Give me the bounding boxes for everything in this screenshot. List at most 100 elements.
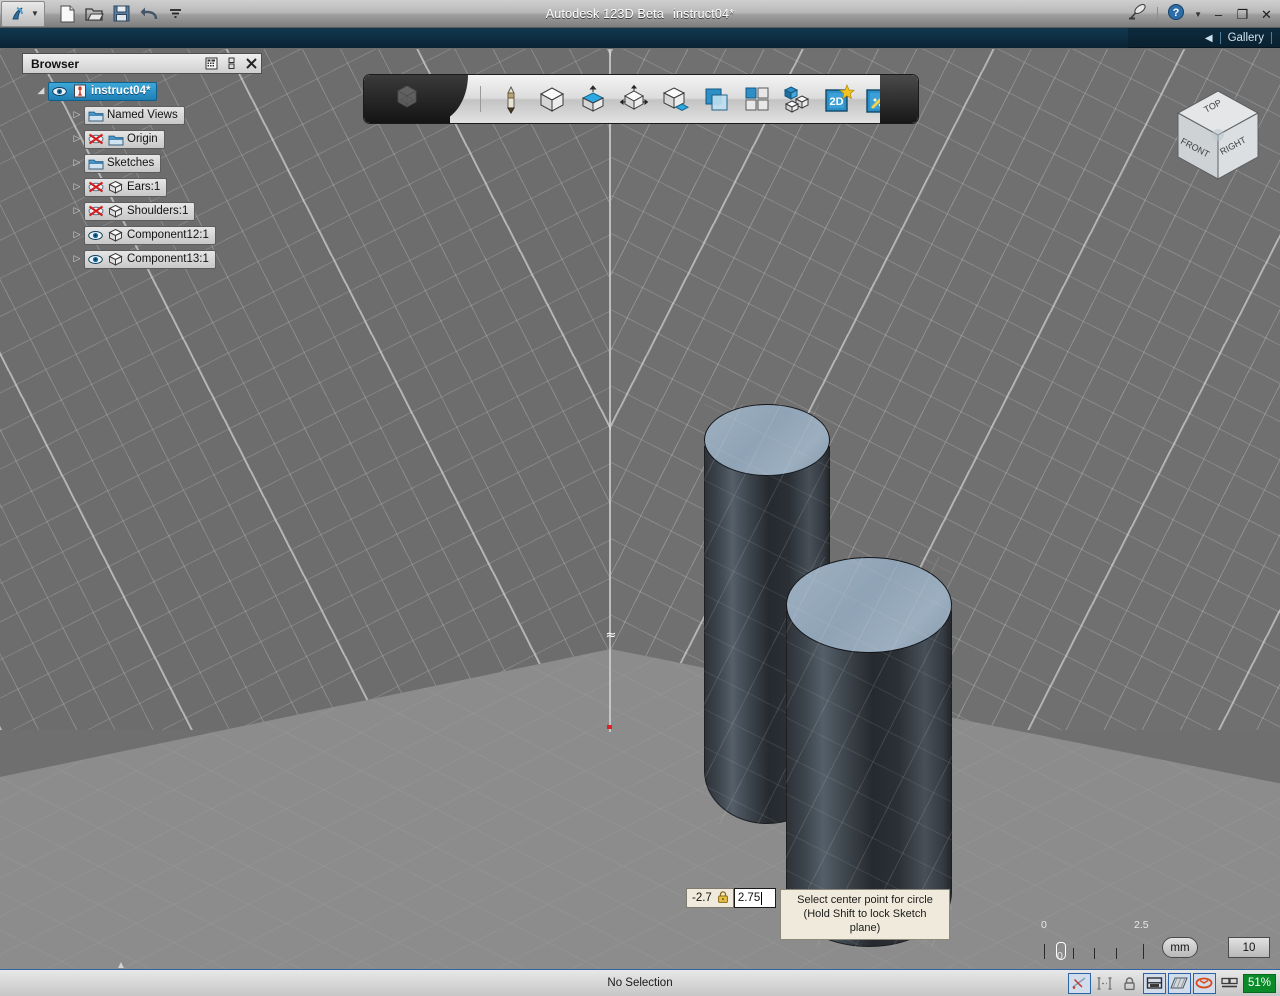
tree-twisty-icon[interactable]: ▷ (70, 230, 84, 240)
orbit-toggle[interactable] (1192, 972, 1216, 994)
view-cube-home-dot (1212, 129, 1224, 141)
tree-row-ears[interactable]: ▷ Ears:1 (22, 175, 262, 199)
construct-tool[interactable] (576, 82, 610, 116)
open-document-button[interactable] (84, 4, 104, 24)
tree-node-instruct04[interactable]: instruct04* (48, 81, 158, 101)
panel-close-button[interactable] (244, 56, 259, 71)
grouping-tool[interactable] (740, 82, 774, 116)
pattern-tool[interactable] (658, 82, 692, 116)
dynamic-input-row[interactable]: -2.7 2.75 (686, 888, 776, 908)
toolbar-home-button[interactable] (364, 75, 468, 123)
window-controls[interactable]: ? ▼ – ❐ ✕ (1128, 3, 1274, 26)
snap-value-field[interactable]: 10 (1228, 937, 1270, 958)
tree-twisty-icon[interactable]: ▷ (70, 182, 84, 192)
app-menu-button[interactable]: ▼ (1, 0, 45, 27)
cylinder-front-top-face (786, 557, 952, 653)
tree-twisty-icon[interactable]: ▷ (70, 134, 84, 144)
eye-icon[interactable] (87, 228, 104, 243)
eye-icon[interactable] (87, 252, 104, 267)
cylinder-back-top-face (704, 404, 830, 476)
tree-node-shoulders[interactable]: Shoulders:1 (84, 201, 196, 221)
hidden-x-icon[interactable] (87, 180, 104, 195)
gallery-bar[interactable]: ◀ Gallery (0, 28, 1280, 48)
tree-node-sketches[interactable]: Sketches (84, 153, 162, 173)
lock-toggle[interactable] (1118, 973, 1141, 994)
assemble-tool[interactable] (781, 82, 815, 116)
tree-row-origin[interactable]: ▷ Origin (22, 127, 262, 151)
eye-icon[interactable] (51, 84, 68, 99)
hidden-x-icon[interactable] (87, 204, 104, 219)
tree-twisty-icon[interactable]: ▷ (70, 254, 84, 264)
tree-twisty-icon[interactable]: ▷ (70, 206, 84, 216)
locked-dimension-field[interactable]: -2.7 (686, 888, 734, 908)
status-toggles[interactable]: 51% (1067, 972, 1276, 994)
restore-button[interactable]: ❐ (1235, 7, 1250, 23)
tree-node-origin[interactable]: Origin (84, 129, 165, 149)
model-tree[interactable]: ◢ instruct04* ▷ Named Views ▷ Origin ▷ S… (22, 79, 262, 271)
quick-access-toolbar[interactable] (57, 4, 185, 24)
app-menu-caret-icon[interactable]: ▼ (31, 9, 39, 18)
tree-label-instruct04: instruct04* (91, 85, 151, 97)
text-caret (761, 891, 763, 905)
main-toolbar[interactable]: 2D (363, 74, 919, 124)
tree-node-component12[interactable]: Component12:1 (84, 225, 216, 245)
tree-row-sketches[interactable]: ▷ Sketches (22, 151, 262, 175)
tree-twisty-icon[interactable]: ▷ (70, 110, 84, 120)
grid-toggle[interactable] (1142, 972, 1166, 994)
panel-dock-button[interactable] (224, 56, 239, 71)
tree-twisty-icon[interactable]: ▷ (70, 158, 84, 168)
snap-toggle[interactable] (1067, 972, 1091, 994)
make-2d-tool[interactable]: 2D (822, 82, 856, 116)
solid-body-icon (107, 180, 124, 195)
tree-node-named-views[interactable]: Named Views (84, 105, 185, 125)
view-cube[interactable]: TOP FRONT RIGHT (1170, 85, 1266, 189)
tree-row-component13[interactable]: ▷ Component13:1 (22, 247, 262, 271)
gallery-link[interactable]: Gallery (1228, 32, 1264, 44)
primitives-tool[interactable] (535, 82, 569, 116)
ruler-label-2-5: 2.5 (1134, 919, 1149, 931)
tree-row-named-views[interactable]: ▷ Named Views (22, 103, 262, 127)
gallery-bar-left (0, 28, 1128, 48)
tree-row-component12[interactable]: ▷ Component12:1 (22, 223, 262, 247)
browser-panel[interactable]: Browser ◢ instruct04* ▷ Named Views ▷ Or… (22, 53, 262, 271)
plane-toggle[interactable] (1167, 972, 1191, 994)
new-document-button[interactable] (57, 4, 77, 24)
dimension-input[interactable]: 2.75 (733, 888, 776, 908)
tree-twisty-expanded-icon[interactable]: ◢ (34, 86, 48, 96)
minimize-button[interactable]: – (1211, 7, 1226, 22)
gallery-collapse-icon[interactable]: ◀ (1205, 33, 1213, 44)
combine-tool[interactable] (699, 82, 733, 116)
close-button[interactable]: ✕ (1259, 7, 1274, 23)
tree-node-component13[interactable]: Component13:1 (84, 249, 216, 269)
layout-toggle[interactable] (1218, 973, 1241, 994)
ruler-tick (1094, 948, 1095, 959)
modify-tool[interactable] (617, 82, 651, 116)
solid-body-icon (107, 252, 124, 267)
solid-body-icon (107, 228, 124, 243)
constraints-toggle[interactable] (1093, 973, 1116, 994)
document-title-text: instruct04* (673, 6, 735, 21)
ruler-label-0: 0 (1041, 919, 1047, 931)
hidden-x-icon[interactable] (87, 132, 104, 147)
customize-qat-button[interactable] (165, 4, 185, 24)
save-document-button[interactable] (111, 4, 131, 24)
tree-label-ears: Ears:1 (127, 181, 161, 193)
tree-node-ears[interactable]: Ears:1 (84, 177, 168, 197)
help-button[interactable]: ? (1167, 3, 1185, 26)
toolbar-overflow-button[interactable] (880, 75, 918, 123)
tree-label-origin: Origin (127, 133, 158, 145)
units-button[interactable]: mm (1162, 937, 1198, 958)
tree-row-shoulders[interactable]: ▷ Shoulders:1 (22, 199, 262, 223)
undo-button[interactable] (138, 4, 158, 24)
origin-point (607, 725, 612, 729)
folder-icon (87, 108, 104, 123)
panel-list-button[interactable] (204, 56, 219, 71)
gallery-controls[interactable]: ◀ Gallery (1205, 28, 1280, 48)
tree-row-root[interactable]: ◢ instruct04* (22, 79, 262, 103)
zoom-percent-indicator[interactable]: 51% (1242, 973, 1276, 993)
help-caret-icon[interactable]: ▼ (1194, 10, 1202, 19)
ruler-tick (1116, 948, 1117, 959)
tree-label-sketches: Sketches (107, 157, 155, 169)
satellite-icon[interactable] (1128, 3, 1148, 26)
sketch-tool[interactable] (494, 82, 528, 116)
